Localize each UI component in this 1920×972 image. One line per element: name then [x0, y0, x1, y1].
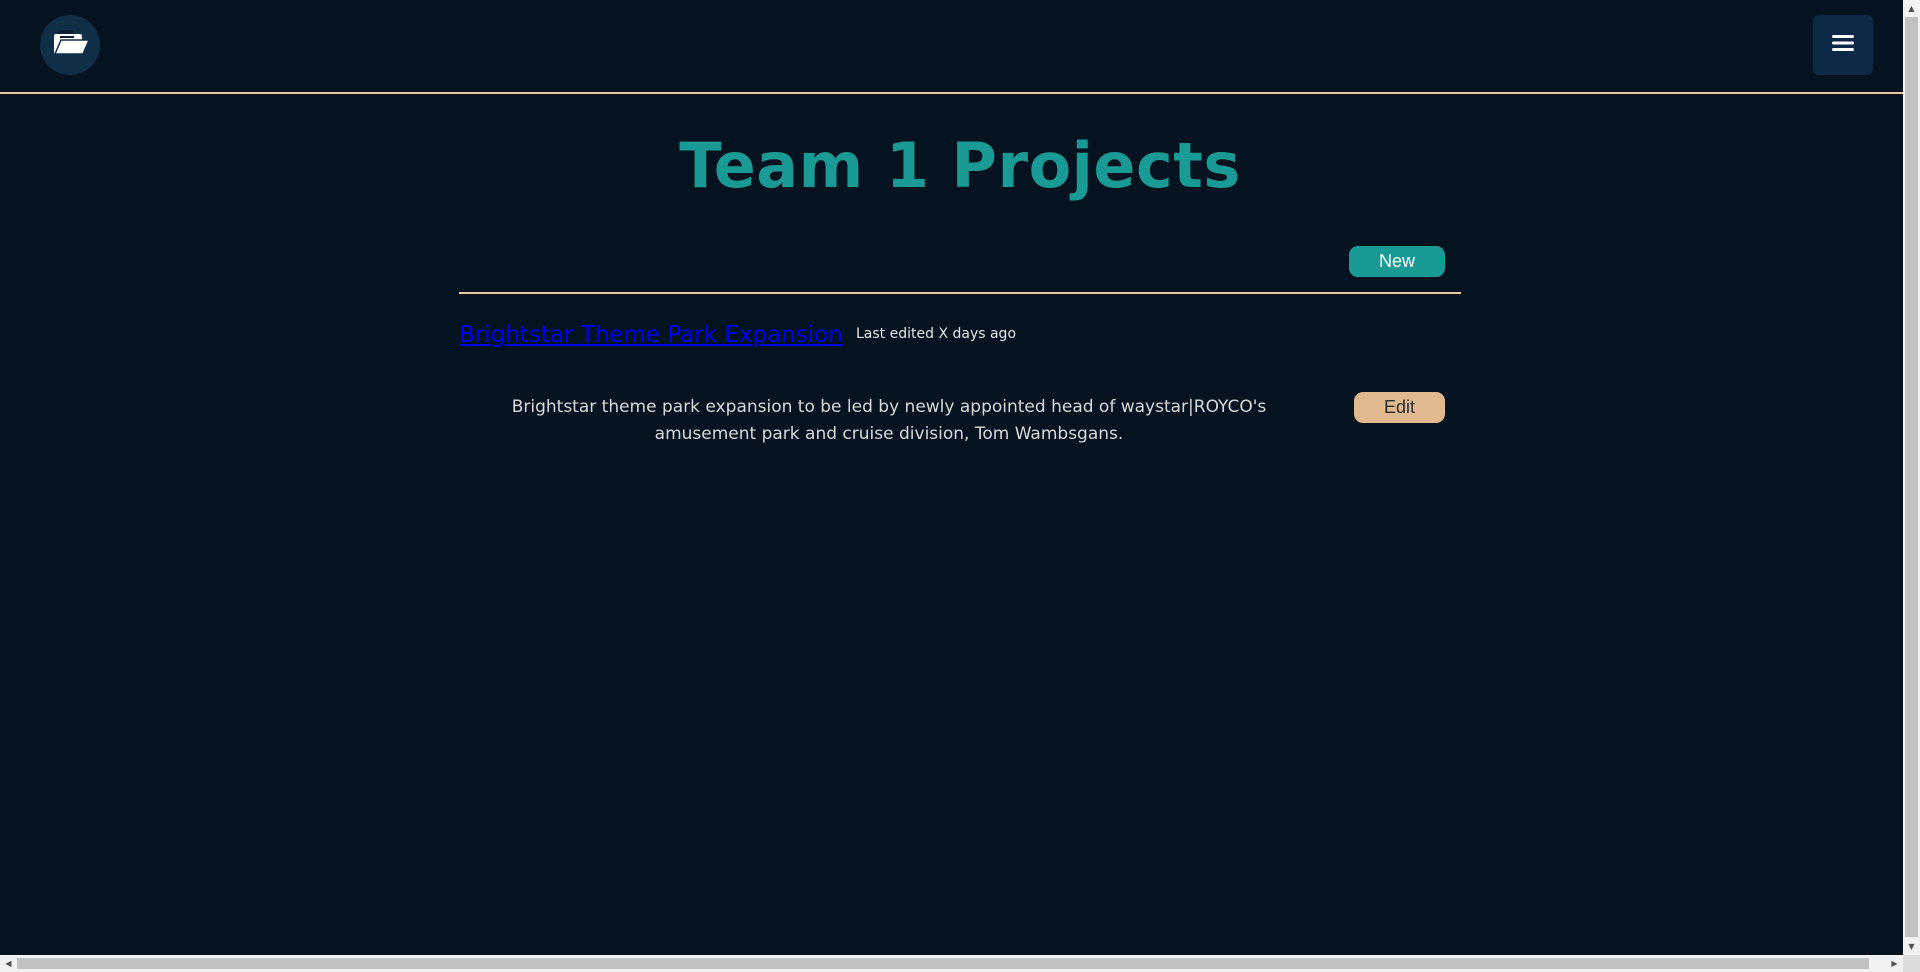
- page-title: Team 1 Projects: [679, 129, 1241, 202]
- edit-project-button[interactable]: Edit: [1354, 392, 1445, 423]
- scroll-up-icon[interactable]: ▲: [1903, 0, 1920, 17]
- scroll-right-icon[interactable]: ▶: [1886, 955, 1903, 972]
- vertical-scroll-thumb[interactable]: [1905, 17, 1918, 937]
- new-project-button[interactable]: New: [1349, 246, 1445, 277]
- logo[interactable]: [40, 15, 100, 75]
- top-navbar: [0, 0, 1903, 94]
- divider: [459, 292, 1461, 294]
- vertical-scrollbar[interactable]: ▲ ▼: [1903, 0, 1920, 955]
- folder-icon: [49, 28, 91, 62]
- scroll-left-icon[interactable]: ◀: [0, 955, 17, 972]
- horizontal-scrollbar[interactable]: ◀ ▶: [0, 955, 1903, 972]
- last-edited-label: Last edited X days ago: [856, 326, 1017, 342]
- hamburger-menu-icon: [1832, 34, 1854, 56]
- scrollbar-corner: [1903, 955, 1920, 972]
- menu-button[interactable]: [1813, 15, 1873, 75]
- page: Team 1 Projects New Brightstar Theme Par…: [0, 0, 1920, 972]
- project-link[interactable]: Brightstar Theme Park Expansion: [459, 320, 843, 350]
- horizontal-scroll-thumb[interactable]: [17, 958, 1869, 969]
- project-description: Brightstar theme park expansion to be le…: [511, 397, 1267, 444]
- scroll-down-icon[interactable]: ▼: [1903, 938, 1920, 955]
